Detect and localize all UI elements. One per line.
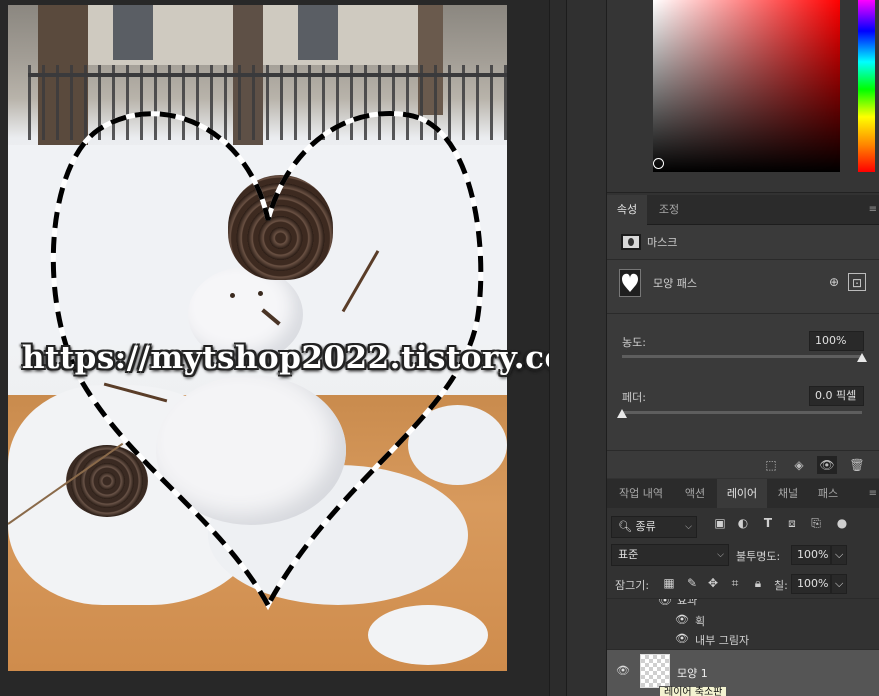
feather-slider-track[interactable] xyxy=(622,411,862,414)
mask-label: 마스크 xyxy=(647,236,678,249)
delete-mask-icon[interactable]: 🗑 xyxy=(847,456,867,474)
lock-artboard-icon[interactable]: ⌗ xyxy=(726,575,744,591)
select-mask-icon[interactable]: ⊡ xyxy=(848,273,866,291)
search-icon: 🔍︎ xyxy=(618,520,632,533)
color-field[interactable] xyxy=(653,0,840,172)
tab-adjustments[interactable]: 조정 xyxy=(649,195,689,225)
filter-kind-label: 종류 xyxy=(635,520,656,533)
effect-stroke-row[interactable]: 👁 획 xyxy=(607,611,879,629)
tab-paths[interactable]: 패스 xyxy=(809,479,847,509)
panel-menu-icon[interactable]: ≡ xyxy=(869,204,877,215)
apply-mask-icon[interactable]: ◈ xyxy=(789,456,809,474)
visibility-icon[interactable]: 👁 xyxy=(817,456,837,474)
chevron-down-icon: ⌵ xyxy=(717,550,724,560)
opacity-label: 불투명도: xyxy=(736,550,781,563)
effect-stroke-label: 획 xyxy=(695,615,706,628)
tab-actions[interactable]: 액션 xyxy=(675,479,715,509)
shape-path-label: 모양 패스 xyxy=(653,277,697,290)
lock-all-icon[interactable]: 🔒︎ xyxy=(749,575,767,591)
tab-layers[interactable]: 레이어 xyxy=(717,479,767,509)
color-cursor[interactable] xyxy=(653,158,664,169)
blend-mode-value: 표준 xyxy=(618,548,639,561)
properties-panel-body: 마스크 모양 패스 ⊕ ⊡ 농도: 100% 페더: 0.0 픽셀 xyxy=(607,225,879,478)
density-label: 농도: xyxy=(622,336,646,349)
tab-history[interactable]: 작업 내역 xyxy=(609,479,673,509)
document-canvas[interactable]: https://mytshop2022.tistory.com/ xyxy=(0,0,611,696)
feather-field[interactable]: 0.0 픽셀 xyxy=(809,386,864,406)
eye-icon[interactable]: 👁 xyxy=(675,632,689,645)
layers-tabbar: 작업 내역 액션 레이어 채널 패스 ≡ xyxy=(607,479,879,509)
effect-inner-shadow-row[interactable]: 👁 내부 그림자 xyxy=(607,630,879,648)
tab-properties[interactable]: 속성 xyxy=(607,195,647,225)
lock-transparent-icon[interactable]: ▦ xyxy=(660,575,678,591)
chevron-down-icon: ⌵ xyxy=(685,522,692,532)
effects-row[interactable]: 👁 효과 xyxy=(607,599,879,609)
opacity-dropdown[interactable]: ⌵ xyxy=(831,545,847,565)
properties-tabbar: 속성 조정 ≡ xyxy=(607,195,879,225)
effects-label: 효과 xyxy=(677,599,698,607)
type-filter-icon[interactable]: T xyxy=(759,515,777,531)
panel-splitter[interactable] xyxy=(549,0,567,696)
heart-selection-path[interactable] xyxy=(8,5,507,671)
eye-icon[interactable]: 👁 xyxy=(658,599,672,607)
lock-label: 잠그기: xyxy=(615,579,650,592)
fill-field[interactable]: 100% xyxy=(791,574,831,594)
hue-slider[interactable] xyxy=(858,0,875,172)
adjustment-filter-icon[interactable]: ◐ xyxy=(734,515,752,531)
heart-icon xyxy=(622,273,638,292)
load-selection-icon[interactable]: ⬚ xyxy=(761,456,781,474)
blend-mode-dropdown[interactable]: 표준 ⌵ xyxy=(611,544,729,566)
effect-inner-shadow-label: 내부 그림자 xyxy=(695,634,750,647)
layer-thumbnail[interactable] xyxy=(640,654,670,688)
opacity-field[interactable]: 100% xyxy=(791,545,831,565)
fill-dropdown[interactable]: ⌵ xyxy=(831,574,847,594)
layer-name[interactable]: 모양 1 xyxy=(677,665,708,681)
lock-image-icon[interactable]: ✎ xyxy=(683,575,701,591)
tooltip: 레이어 축소판 xyxy=(659,686,728,696)
feather-label: 페더: xyxy=(622,391,646,404)
layer-row-shape-1[interactable]: 👁 모양 1 xyxy=(607,650,879,696)
density-slider-thumb[interactable] xyxy=(857,353,867,362)
smartobject-filter-icon[interactable]: ⎘ xyxy=(807,515,825,531)
right-panel: 속성 조정 ≡ 마스크 모양 패스 ⊕ ⊡ 농도: 100% 페더: 0.0 픽… xyxy=(607,0,879,696)
pixel-filter-icon[interactable]: ▣ xyxy=(711,515,729,531)
fill-label: 칠: xyxy=(774,579,788,592)
density-field[interactable]: 100% xyxy=(809,331,864,351)
tab-channels[interactable]: 채널 xyxy=(769,479,807,509)
snowman-photo xyxy=(8,5,507,671)
density-slider-track[interactable] xyxy=(622,355,862,358)
watermark-text: https://mytshop2022.tistory.com/ xyxy=(22,340,611,376)
filter-toggle-icon[interactable]: ● xyxy=(833,515,851,531)
divider xyxy=(607,259,879,260)
layer-filter-dropdown[interactable]: 🔍︎ 종류 ⌵ xyxy=(611,516,697,538)
collapsed-toolbar xyxy=(567,0,607,696)
layers-panel-body: 🔍︎ 종류 ⌵ ▣ ◐ T ⧈ ⎘ ● 표준 ⌵ 불투명도: 100% ⌵ 잠그… xyxy=(607,508,879,696)
add-mask-icon[interactable]: ⊕ xyxy=(825,273,843,291)
feather-slider-thumb[interactable] xyxy=(617,409,627,418)
eye-icon[interactable]: 👁 xyxy=(675,613,689,626)
eye-icon[interactable]: 👁 xyxy=(616,664,630,677)
mask-icon xyxy=(621,234,641,250)
panel-menu-icon[interactable]: ≡ xyxy=(869,488,877,499)
shape-filter-icon[interactable]: ⧈ xyxy=(783,515,801,531)
divider xyxy=(607,313,879,314)
lock-position-icon[interactable]: ✥ xyxy=(704,575,722,591)
divider xyxy=(607,450,879,451)
color-picker xyxy=(607,0,879,193)
vector-mask-thumbnail[interactable] xyxy=(619,269,641,297)
